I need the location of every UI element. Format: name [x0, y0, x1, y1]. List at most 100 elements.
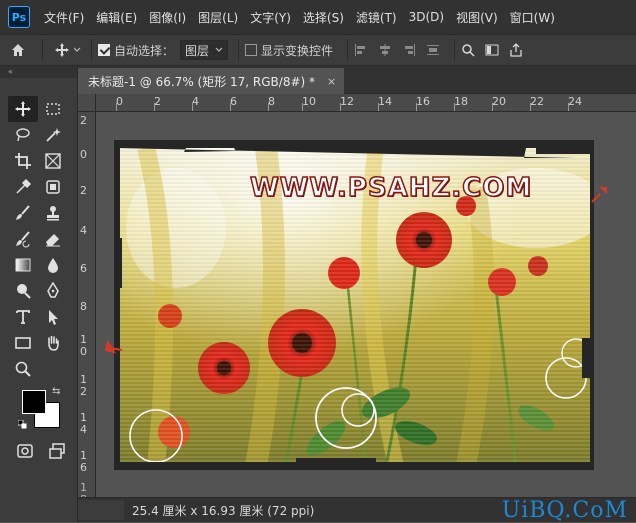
tool-grid	[8, 96, 68, 382]
foreground-color-swatch[interactable]	[22, 390, 46, 414]
ruler-label: 18	[454, 95, 468, 108]
default-colors-icon[interactable]	[18, 420, 27, 429]
eraser-tool-icon[interactable]	[38, 226, 68, 252]
ruler-label: 4	[192, 95, 199, 108]
frame-tool-icon[interactable]	[38, 148, 68, 174]
vertical-ruler[interactable]: 2 0 2 4 6 8 1 0 1 2 1 4 1 6 1 8	[78, 112, 96, 506]
align-center-icon[interactable]	[378, 43, 392, 57]
marquee-tool-icon[interactable]	[38, 96, 68, 122]
ruler-label: 24	[568, 95, 582, 108]
patch-tool-icon[interactable]	[38, 174, 68, 200]
auto-select-checkbox[interactable]	[98, 44, 110, 56]
divider	[347, 39, 349, 61]
ruler-label: 14	[378, 95, 392, 108]
show-transform-label: 显示变换控件	[261, 43, 334, 58]
divider	[454, 39, 456, 61]
ruler-label: 2	[80, 184, 87, 197]
align-right-icon[interactable]	[402, 43, 416, 57]
close-icon[interactable]: ×	[327, 75, 336, 88]
menu-bar: Ps 文件(F) 编辑(E) 图像(I) 图层(L) 文字(Y) 选择(S) 滤…	[0, 0, 636, 34]
document-title: 未标题-1 @ 66.7% (矩形 17, RGB/8#) *	[88, 74, 316, 89]
zoom-field[interactable]	[78, 500, 124, 520]
ruler-label: 8	[80, 300, 87, 313]
brush-tool-icon[interactable]	[8, 200, 38, 226]
ruler-label: 6	[80, 262, 87, 275]
document-size-info[interactable]: 25.4 厘米 x 16.93 厘米 (72 ppi)	[132, 502, 314, 519]
path-select-icon[interactable]	[38, 304, 68, 330]
collapse-panel-button[interactable]: «	[0, 66, 77, 78]
ruler-origin[interactable]	[78, 94, 96, 112]
ruler-label: 2	[80, 114, 87, 127]
menu-edit[interactable]: 编辑(E)	[90, 9, 143, 26]
align-left-icon[interactable]	[354, 43, 368, 57]
menu-file[interactable]: 文件(F)	[38, 9, 90, 26]
blur-tool-icon[interactable]	[38, 252, 68, 278]
stamp-tool-icon[interactable]	[38, 200, 68, 226]
ruler-label: 6	[230, 95, 237, 108]
arrow-pointer-icon	[591, 187, 607, 203]
type-tool-icon[interactable]	[8, 304, 38, 330]
ruler-label: 1 2	[80, 373, 87, 398]
document-tab-bar: 未标题-1 @ 66.7% (矩形 17, RGB/8#) * ×	[78, 66, 636, 94]
watermark-text: WWW.PSAHZ.COM	[249, 172, 533, 204]
menu-image[interactable]: 图像(I)	[143, 9, 192, 26]
auto-select-target-dropdown[interactable]: 图层	[180, 40, 229, 60]
move-tool-icon[interactable]	[8, 96, 38, 122]
crop-tool-icon[interactable]	[8, 148, 38, 174]
horizontal-ruler[interactable]: 0 2 4 6 8 10 12 14 16 18 20 22 24	[96, 94, 636, 112]
menu-filter[interactable]: 滤镜(T)	[350, 9, 403, 26]
ruler-label: 1 0	[80, 333, 87, 358]
distribute-icon[interactable]	[426, 43, 440, 57]
menu-view[interactable]: 视图(V)	[450, 9, 504, 26]
tool-preset-picker[interactable]	[49, 42, 85, 58]
auto-select-label: 自动选择：	[114, 43, 175, 58]
quick-mask-icon[interactable]	[10, 438, 40, 464]
menu-layer[interactable]: 图层(L)	[192, 9, 244, 26]
home-button[interactable]	[0, 35, 36, 65]
move-icon	[54, 43, 69, 57]
menu-type[interactable]: 文字(Y)	[244, 9, 297, 26]
document-tab[interactable]: 未标题-1 @ 66.7% (矩形 17, RGB/8#) * ×	[78, 68, 345, 94]
ruler-label: 20	[492, 95, 506, 108]
swap-colors-icon[interactable]: ⇆	[52, 386, 60, 397]
ruler-label: 8	[268, 95, 275, 108]
gradient-tool-icon[interactable]	[8, 252, 38, 278]
workspace-icon[interactable]	[485, 43, 499, 57]
auto-select-target-value: 图层	[185, 43, 210, 58]
ruler-label: 0	[116, 95, 123, 108]
status-bar: 25.4 厘米 x 16.93 厘米 (72 ppi) UiBQ.CoM	[78, 497, 636, 523]
rectangle-tool-icon[interactable]	[8, 330, 38, 356]
history-brush-icon[interactable]	[8, 226, 38, 252]
eyedropper-icon[interactable]	[8, 174, 38, 200]
share-icon[interactable]	[509, 43, 523, 57]
chevron-down-icon	[73, 47, 80, 52]
menu-select[interactable]: 选择(S)	[297, 9, 350, 26]
ruler-label: 2	[154, 95, 161, 108]
ruler-label: 1 6	[80, 449, 87, 474]
divider	[91, 39, 92, 61]
view-controls	[461, 43, 523, 57]
lasso-tool-icon[interactable]	[8, 122, 38, 148]
menu-window[interactable]: 窗口(W)	[504, 9, 561, 26]
ruler-label: 22	[530, 95, 544, 108]
search-icon[interactable]	[461, 43, 475, 57]
screen-mode-icon[interactable]	[42, 438, 72, 464]
show-transform-checkbox[interactable]	[245, 44, 258, 56]
ruler-label: 1 4	[80, 411, 87, 436]
magic-wand-icon[interactable]	[38, 122, 68, 148]
divider	[238, 39, 240, 61]
arrow-pointer-icon	[104, 339, 123, 354]
zoom-tool-icon[interactable]	[8, 356, 38, 382]
tools-panel: « ⇆	[0, 66, 78, 522]
hand-tool-icon[interactable]	[38, 330, 68, 356]
divider	[42, 39, 43, 61]
ruler-label: 10	[302, 95, 316, 108]
pen-tool-icon[interactable]	[38, 278, 68, 304]
chevron-down-icon	[215, 47, 223, 52]
ruler-label: 12	[340, 95, 354, 108]
photoshop-logo: Ps	[8, 6, 30, 28]
align-controls	[354, 43, 440, 57]
color-swatches: ⇆	[18, 386, 68, 434]
menu-3d[interactable]: 3D(D)	[403, 10, 450, 24]
dodge-tool-icon[interactable]	[8, 278, 38, 304]
